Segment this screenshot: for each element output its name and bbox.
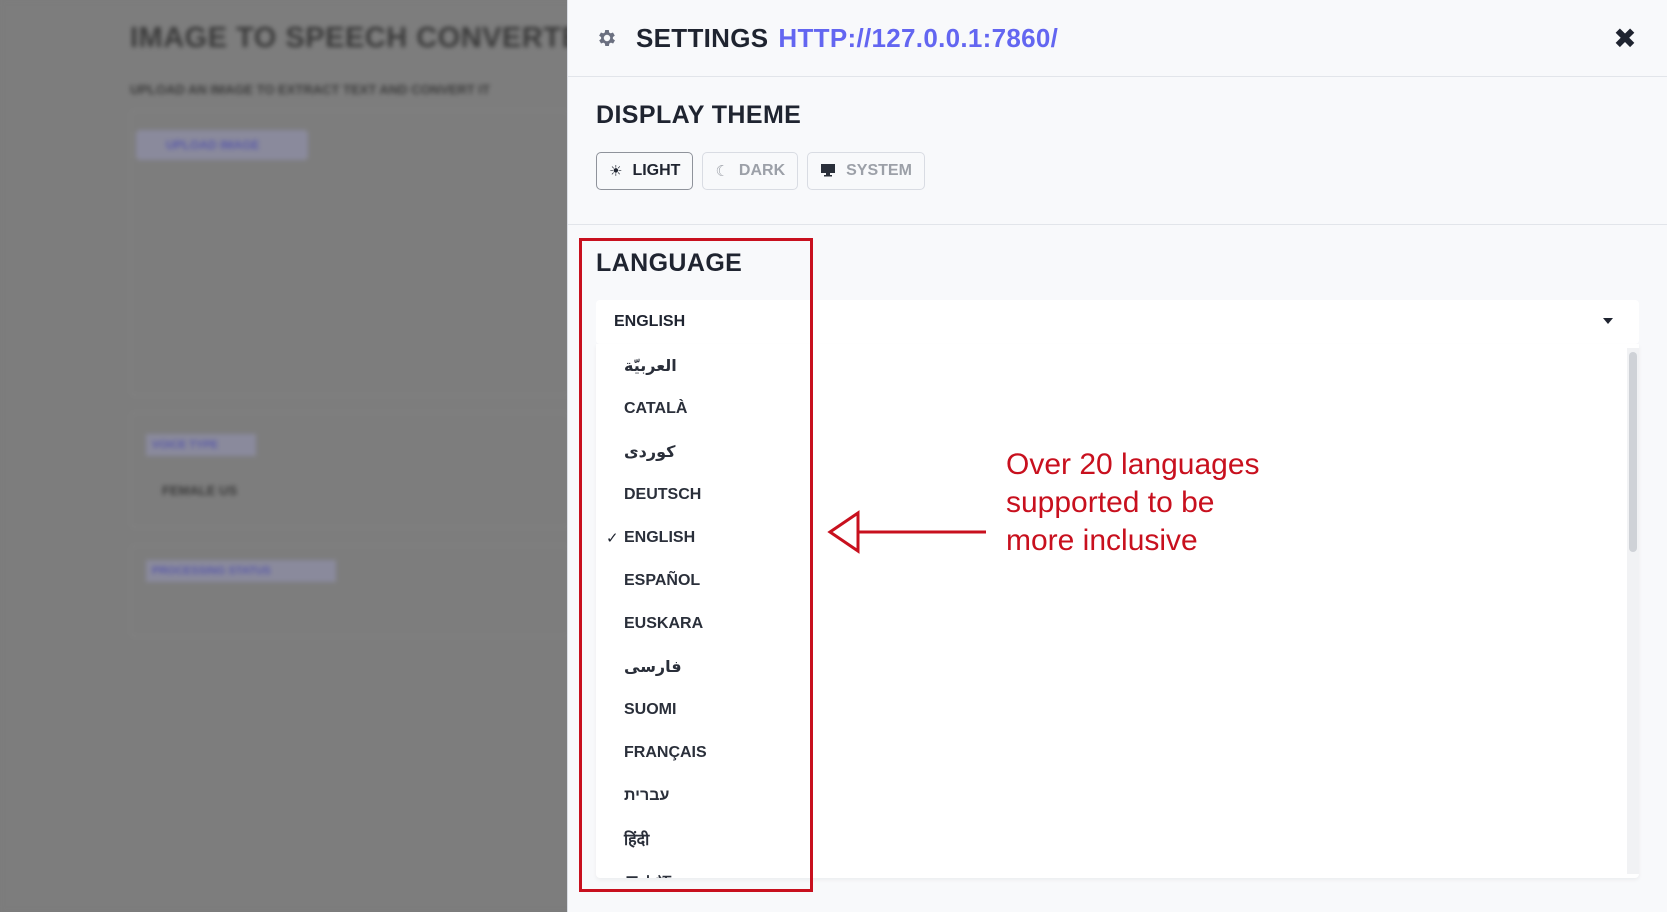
close-icon: ✖ [1613, 22, 1637, 54]
theme-dark-button[interactable]: ☾ DARK [702, 152, 799, 190]
dropdown-scrollbar-thumb[interactable] [1629, 352, 1637, 552]
processing-status-card [130, 545, 570, 637]
gear-icon [596, 27, 618, 49]
theme-light-button[interactable]: ☀ LIGHT [596, 152, 694, 190]
monitor-icon [820, 163, 836, 180]
close-button[interactable]: ✖ [1609, 22, 1641, 54]
theme-light-label: LIGHT [632, 162, 681, 179]
settings-header: SETTINGS HTTP://127.0.0.1:7860/ ✖ [568, 0, 1667, 77]
upload-image-button: UPLOAD IMAGE [136, 130, 308, 160]
theme-system-button[interactable]: SYSTEM [807, 152, 925, 190]
display-theme-heading: DISPLAY THEME [596, 101, 802, 129]
theme-system-label: SYSTEM [846, 162, 912, 179]
voice-type-value: FEMALE US [162, 483, 238, 498]
annotation-highlight-box [579, 238, 813, 892]
app-title: IMAGE TO SPEECH CONVERTER [130, 22, 603, 54]
theme-dark-label: DARK [738, 162, 786, 179]
settings-title: SETTINGS [636, 22, 769, 53]
theme-button-group: ☀ LIGHT ☾ DARK SYSTEM [596, 152, 1667, 190]
display-theme-section: DISPLAY THEME ☀ LIGHT ☾ DARK SYSTEM [568, 77, 1667, 225]
processing-status-label: PROCESSING STATUS [146, 560, 336, 582]
server-url-link[interactable]: HTTP://127.0.0.1:7860/ [778, 23, 1058, 54]
annotation-arrow-icon [827, 510, 986, 554]
voice-type-label: VOICE TYPE [146, 434, 256, 456]
moon-icon: ☾ [715, 162, 729, 180]
voice-type-card [130, 412, 570, 528]
sun-icon: ☀ [609, 162, 623, 180]
annotation-text: Over 20 languages supported to be more i… [1006, 448, 1260, 557]
chevron-down-icon [1603, 318, 1613, 324]
app-subtitle: UPLOAD AN IMAGE TO EXTRACT TEXT AND CONV… [130, 82, 490, 97]
